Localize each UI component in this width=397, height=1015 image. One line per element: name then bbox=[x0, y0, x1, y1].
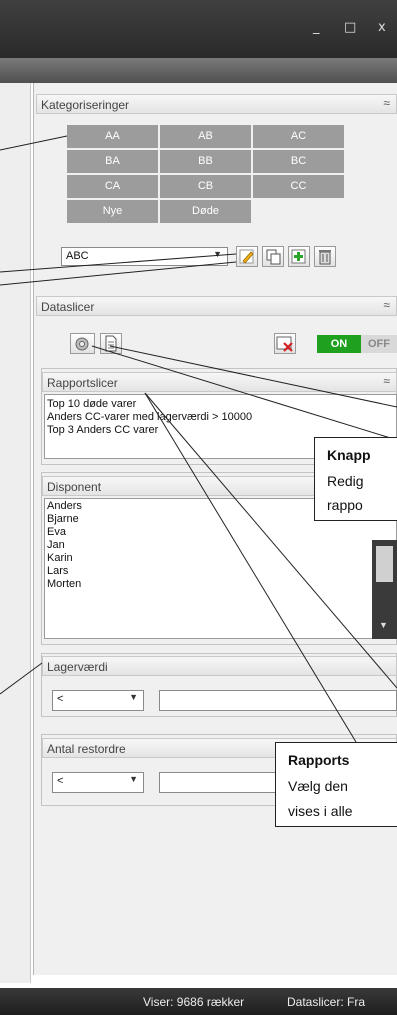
toggle-off-label: OFF bbox=[361, 335, 397, 353]
list-item[interactable]: Top 10 døde varer bbox=[45, 398, 396, 411]
category-tile-doede[interactable]: Døde bbox=[160, 200, 251, 223]
toggle-on-label: ON bbox=[317, 335, 361, 353]
copy-button[interactable] bbox=[262, 246, 284, 267]
delete-button[interactable] bbox=[314, 246, 336, 267]
callout-rapport-line2: vises i alle bbox=[288, 803, 353, 819]
lagervaerdi-input[interactable] bbox=[159, 690, 397, 711]
restordre-operator-value: < bbox=[57, 775, 64, 787]
status-row-count: Viser: 9686 rækker bbox=[143, 995, 245, 1009]
clear-filter-button[interactable] bbox=[274, 333, 296, 354]
collapse-icon[interactable]: ≈ bbox=[383, 96, 390, 110]
collapse-icon[interactable]: ≈ bbox=[383, 298, 390, 312]
dataslicer-toggle[interactable]: ON OFF bbox=[317, 335, 397, 353]
rapportslicer-title: Rapportslicer bbox=[47, 376, 118, 390]
main-content-area bbox=[0, 83, 31, 983]
category-tile-ca[interactable]: CA bbox=[67, 175, 158, 198]
clear-filter-icon bbox=[276, 336, 293, 352]
chevron-down-icon: ▼ bbox=[213, 249, 222, 259]
restordre-operator-select[interactable]: < ▼ bbox=[52, 772, 144, 793]
callout-rapport-title: Rapports bbox=[288, 752, 350, 768]
gear-icon bbox=[75, 337, 89, 351]
category-tile-aa[interactable]: AA bbox=[67, 125, 158, 148]
add-icon bbox=[291, 249, 306, 264]
document-icon bbox=[105, 335, 117, 352]
category-tile-cb[interactable]: CB bbox=[160, 175, 251, 198]
settings-button[interactable] bbox=[70, 333, 95, 354]
document-button[interactable] bbox=[100, 333, 122, 354]
list-item[interactable]: Jan bbox=[45, 539, 396, 552]
pencil-icon bbox=[239, 249, 254, 264]
restordre-title: Antal restordre bbox=[47, 742, 126, 756]
callout-knap-line2: rappo bbox=[327, 497, 363, 513]
list-item[interactable]: Lars bbox=[45, 565, 396, 578]
chevron-down-icon: ▼ bbox=[129, 774, 138, 784]
dataslicer-title: Dataslicer bbox=[41, 300, 95, 314]
category-tile-nye[interactable]: Nye bbox=[67, 200, 158, 223]
category-tile-ba[interactable]: BA bbox=[67, 150, 158, 173]
copy-icon bbox=[266, 249, 281, 265]
maximize-icon[interactable]: □ bbox=[344, 20, 356, 35]
collapse-icon[interactable]: ≈ bbox=[383, 374, 390, 388]
lagervaerdi-title: Lagerværdi bbox=[47, 660, 108, 674]
trash-icon bbox=[319, 250, 331, 265]
scrollbar[interactable]: ▼ bbox=[372, 540, 397, 639]
toolbar-strip bbox=[0, 58, 397, 83]
disponent-title: Disponent bbox=[47, 480, 102, 494]
category-tile-bc[interactable]: BC bbox=[253, 150, 344, 173]
status-bar: Viser: 9686 rækker Dataslicer: Fra bbox=[0, 988, 397, 1015]
kategoriseringer-title: Kategoriseringer bbox=[41, 98, 130, 112]
chevron-down-icon: ▼ bbox=[129, 692, 138, 702]
lagervaerdi-header: Lagerværdi bbox=[42, 656, 397, 676]
title-bar: _ □ x bbox=[0, 0, 397, 58]
add-button[interactable] bbox=[288, 246, 310, 267]
list-item[interactable]: Top 3 Anders CC varer bbox=[45, 424, 396, 437]
kategoriseringer-header[interactable]: Kategoriseringer ≈ bbox=[36, 94, 397, 114]
callout-knap-line1: Redig bbox=[327, 473, 364, 489]
rapportslicer-header[interactable]: Rapportslicer ≈ bbox=[42, 372, 397, 392]
list-item[interactable]: Anders CC-varer med lagerværdi > 10000 bbox=[45, 411, 396, 424]
chevron-down-icon[interactable]: ▼ bbox=[379, 620, 388, 630]
category-tile-ab[interactable]: AB bbox=[160, 125, 251, 148]
edit-button[interactable] bbox=[236, 246, 258, 267]
callout-knap-title: Knapp bbox=[327, 447, 371, 463]
lagervaerdi-operator-select[interactable]: < ▼ bbox=[52, 690, 144, 711]
categorization-select[interactable]: ABC ▼ bbox=[61, 247, 228, 266]
callout-rapport-line1: Vælg den bbox=[288, 778, 348, 794]
callout-knap: Knapp Redig rappo bbox=[314, 437, 397, 521]
minimize-icon[interactable]: _ bbox=[313, 20, 320, 35]
category-tile-ac[interactable]: AC bbox=[253, 125, 344, 148]
list-item[interactable]: Morten bbox=[45, 578, 396, 591]
callout-rapportslicer: Rapports Vælg den vises i alle bbox=[275, 742, 397, 827]
list-item[interactable]: Karin bbox=[45, 552, 396, 565]
category-tile-cc[interactable]: CC bbox=[253, 175, 344, 198]
category-tile-bb[interactable]: BB bbox=[160, 150, 251, 173]
list-item[interactable]: Eva bbox=[45, 526, 396, 539]
status-dataslicer: Dataslicer: Fra bbox=[287, 995, 366, 1009]
categorization-select-value: ABC bbox=[66, 250, 89, 262]
dataslicer-header[interactable]: Dataslicer ≈ bbox=[36, 296, 397, 316]
lagervaerdi-operator-value: < bbox=[57, 693, 64, 705]
scrollbar-thumb[interactable] bbox=[376, 546, 393, 582]
close-icon[interactable]: x bbox=[378, 20, 386, 35]
